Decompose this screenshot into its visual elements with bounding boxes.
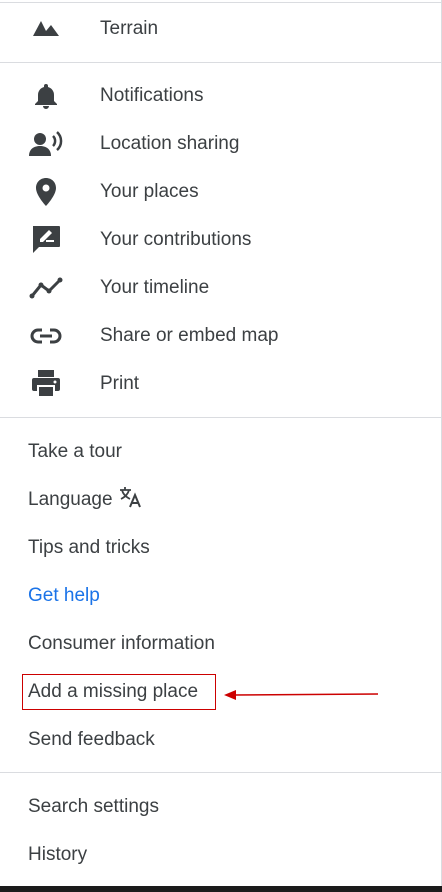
menu-item-label: Your places <box>100 181 199 202</box>
menu-item-label: Your timeline <box>100 277 210 298</box>
translate-icon <box>119 486 143 514</box>
menu-item-label: Consumer information <box>28 633 215 654</box>
terrain-icon <box>28 11 64 47</box>
menu-item-notifications[interactable]: Notifications <box>0 72 441 120</box>
menu-item-get-help[interactable]: Get help <box>0 572 441 620</box>
edit-feedback-icon <box>28 222 64 258</box>
menu-item-label: Print <box>100 373 140 394</box>
menu-item-consumer-information[interactable]: Consumer information <box>0 620 441 668</box>
menu-item-label: Location sharing <box>100 133 240 154</box>
menu-item-your-places[interactable]: Your places <box>0 168 441 216</box>
menu-item-your-timeline[interactable]: Your timeline <box>0 264 441 312</box>
location-sharing-icon <box>28 126 64 162</box>
timeline-icon <box>28 270 64 306</box>
menu-item-label: History <box>28 844 88 865</box>
section-divider <box>0 62 442 63</box>
menu-item-location-sharing[interactable]: Location sharing <box>0 120 441 168</box>
menu-item-language[interactable]: Language <box>0 476 441 524</box>
top-divider <box>0 2 442 3</box>
menu-item-search-settings[interactable]: Search settings <box>0 783 441 831</box>
menu-item-label: Terrain <box>100 18 159 39</box>
menu-item-your-contributions[interactable]: Your contributions <box>0 216 441 264</box>
bell-icon <box>28 78 64 114</box>
menu-item-label: Tips and tricks <box>28 537 150 558</box>
get-help-link: Get help <box>28 585 100 606</box>
menu-item-tips-and-tricks[interactable]: Tips and tricks <box>0 524 441 572</box>
menu-item-print[interactable]: Print <box>0 360 441 408</box>
print-icon <box>28 366 64 402</box>
menu-item-label: Send feedback <box>28 729 155 750</box>
menu-item-label: Notifications <box>100 85 204 106</box>
menu-item-label: Search settings <box>28 796 159 817</box>
menu-item-label: Take a tour <box>28 441 122 462</box>
section-divider <box>0 417 442 418</box>
menu-item-label: Share or embed map <box>100 325 279 346</box>
menu-item-label: Language <box>28 486 143 514</box>
annotation-arrow <box>224 690 379 700</box>
pin-icon <box>28 174 64 210</box>
language-label: Language <box>28 489 113 511</box>
section-divider <box>0 772 442 773</box>
menu-item-history[interactable]: History <box>0 831 441 879</box>
menu-item-share-embed[interactable]: Share or embed map <box>0 312 441 360</box>
bottom-bar <box>0 886 442 892</box>
menu-item-label: Your contributions <box>100 229 252 250</box>
menu-item-terrain[interactable]: Terrain <box>0 5 441 53</box>
link-icon <box>28 318 64 354</box>
annotation-highlight-box <box>22 674 216 710</box>
menu-item-take-a-tour[interactable]: Take a tour <box>0 428 441 476</box>
menu-item-send-feedback[interactable]: Send feedback <box>0 716 441 764</box>
